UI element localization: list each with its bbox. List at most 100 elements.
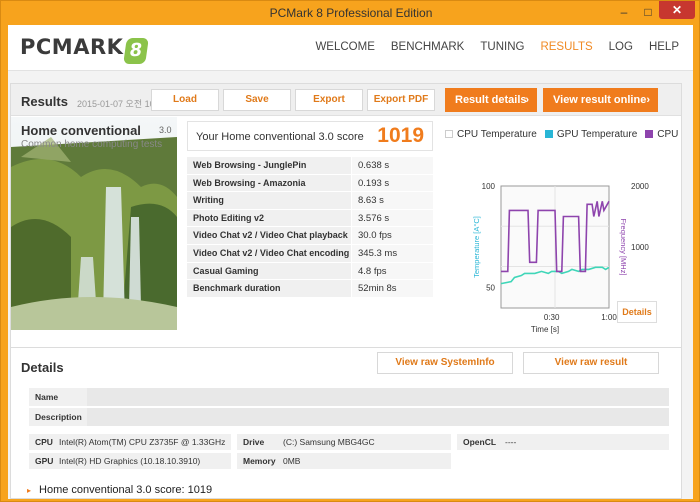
name-row: Name <box>29 388 669 406</box>
chevron-right-icon: › <box>646 94 650 106</box>
x-tick: 0:30 <box>544 313 560 322</box>
save-button[interactable]: Save <box>223 89 291 111</box>
row-value: 8.63 s <box>351 192 433 209</box>
opencl-value: ---- <box>505 437 517 447</box>
table-row: Video Chat v2 / Video Chat playback 1 v2… <box>187 227 433 257</box>
gpu-value: Intel(R) HD Graphics (10.18.10.3910) <box>59 456 201 466</box>
cpu-label: CPU <box>35 437 53 447</box>
results-header: Results 2015-01-07 오전 10:07 Load Save Ex… <box>11 84 681 116</box>
export-button[interactable]: Export <box>295 89 363 111</box>
nav-welcome[interactable]: WELCOME <box>315 41 374 53</box>
legend-gpu-temp[interactable]: GPU Temperature <box>544 129 638 140</box>
view-online-label: View result online <box>553 94 647 106</box>
nav-tuning[interactable]: TUNING <box>480 41 524 53</box>
app-client: PCMARK 8 WELCOME BENCHMARK TUNING RESULTS… <box>8 25 693 499</box>
row-name: Benchmark duration <box>187 280 351 297</box>
results-title: Results <box>21 94 68 109</box>
x-axis-label: Time [s] <box>531 325 559 334</box>
row-value: 3.576 s <box>351 209 433 227</box>
legend-cpu-temp[interactable]: CPU Temperature <box>445 129 537 140</box>
row-name: Web Browsing - JunglePin <box>187 157 351 174</box>
legend-swatch <box>544 130 553 138</box>
app-window: PCMark 8 Professional Edition – □ ✕ PCMA… <box>0 0 700 502</box>
legend-swatch <box>445 130 453 138</box>
view-raw-sysinfo-button[interactable]: View raw SystemInfo <box>377 352 513 374</box>
result-details-button[interactable]: Result details › <box>445 88 537 112</box>
table-row: Benchmark duration 52min 8s <box>187 280 433 298</box>
y-tick-right: 2000 <box>631 182 649 191</box>
drive-label: Drive <box>243 437 265 447</box>
expand-arrow-icon: ▸ <box>27 486 32 495</box>
row-value: 4.8 fps <box>351 262 433 280</box>
legend-swatch <box>645 130 654 138</box>
close-button[interactable]: ✕ <box>659 1 695 19</box>
details-panel: Details View raw SystemInfo View raw res… <box>10 347 682 499</box>
row-name: Video Chat v2 / Video Chat encoding v2 <box>187 244 351 275</box>
main-nav: WELCOME BENCHMARK TUNING RESULTS LOG HEL… <box>315 41 679 53</box>
results-table: Web Browsing - JunglePin 0.638 s Web Brow… <box>187 157 433 298</box>
y-tick-right: 1000 <box>631 243 649 252</box>
view-raw-result-button[interactable]: View raw result <box>523 352 659 374</box>
row-value: 0.193 s <box>351 174 433 192</box>
row-name: Writing <box>187 192 351 209</box>
result-details-label: Result details <box>455 94 527 106</box>
drive-spec: Drive (C:) Samsung MBG4GC <box>237 434 451 450</box>
maximize-button[interactable]: □ <box>637 3 659 21</box>
row-value: 345.3 ms <box>351 244 433 262</box>
memory-spec: Memory 0MB <box>237 453 451 469</box>
y-axis-label-right: Frequency [MHz] <box>619 218 628 275</box>
table-row: Casual Gaming 4.8 fps <box>187 262 433 281</box>
memory-value: 0MB <box>283 456 301 466</box>
row-name: Video Chat v2 / Video Chat playback 1 v2 <box>187 227 351 257</box>
score-label: Your Home conventional 3.0 score <box>196 131 364 143</box>
y-tick-left: 50 <box>486 284 495 293</box>
nav-results[interactable]: RESULTS <box>540 41 592 53</box>
view-online-button[interactable]: View result online › <box>543 88 658 112</box>
score-box: Your Home conventional 3.0 score 1019 <box>187 121 433 151</box>
row-value: 30.0 fps <box>351 227 433 244</box>
top-nav: PCMARK 8 WELCOME BENCHMARK TUNING RESULTS… <box>8 25 693 71</box>
row-name: Casual Gaming <box>187 262 351 280</box>
name-field[interactable] <box>87 388 669 406</box>
gpu-spec: GPU Intel(R) HD Graphics (10.18.10.3910) <box>29 453 231 469</box>
opencl-spec: OpenCL ---- <box>457 434 669 450</box>
pcmark-logo: PCMARK 8 <box>20 35 150 64</box>
cpu-spec: CPU Intel(R) Atom(TM) CPU Z3735F @ 1.33G… <box>29 434 231 450</box>
chevron-right-icon: › <box>525 94 529 106</box>
memory-label: Memory <box>243 456 276 466</box>
x-tick: 1:00 <box>601 313 617 322</box>
export-pdf-button[interactable]: Export PDF <box>367 89 435 111</box>
load-button[interactable]: Load <box>151 89 219 111</box>
row-name: Photo Editing v2 <box>187 209 351 227</box>
nav-help[interactable]: HELP <box>649 41 679 53</box>
minimize-button[interactable]: – <box>613 3 635 21</box>
nav-log[interactable]: LOG <box>609 41 633 53</box>
table-row: Web Browsing - Amazonia 0.193 s <box>187 174 433 193</box>
name-label: Name <box>35 392 59 402</box>
score-summary[interactable]: ▸ Home conventional 3.0 score: 1019 <box>27 484 212 496</box>
table-row: Video Chat v2 / Video Chat encoding v234… <box>187 244 433 275</box>
nav-benchmark[interactable]: BENCHMARK <box>391 41 464 53</box>
logo-text: PCMARK <box>20 35 124 59</box>
drive-value: (C:) Samsung MBG4GC <box>283 437 375 447</box>
window-title: PCMark 8 Professional Edition <box>269 6 433 20</box>
benchmark-version: 3.0 <box>159 125 172 135</box>
chart-legend: CPU Temperature GPU Temperature CPU Clo <box>445 129 681 140</box>
legend-label: GPU Temperature <box>556 129 638 140</box>
y-axis-label-left: Temperature [A°C] <box>472 216 481 278</box>
row-value: 52min 8s <box>351 280 433 297</box>
gpu-label: GPU <box>35 456 54 466</box>
details-title: Details <box>21 360 64 375</box>
summary-text: Home conventional 3.0 score: 1019 <box>39 484 213 496</box>
row-value: 0.638 s <box>351 157 433 174</box>
table-row: Photo Editing v2 3.576 s <box>187 209 433 228</box>
chart-details-button[interactable]: Details <box>617 301 657 323</box>
legend-label: CPU Clo <box>657 129 681 140</box>
benchmark-description: Common home computing tests <box>21 139 163 150</box>
description-field[interactable] <box>87 408 669 426</box>
logo-badge: 8 <box>123 38 150 64</box>
score-value: 1019 <box>377 124 424 147</box>
legend-cpu-clock[interactable]: CPU Clo <box>645 129 681 140</box>
table-row: Writing 8.63 s <box>187 192 433 210</box>
row-name: Web Browsing - Amazonia <box>187 174 351 192</box>
